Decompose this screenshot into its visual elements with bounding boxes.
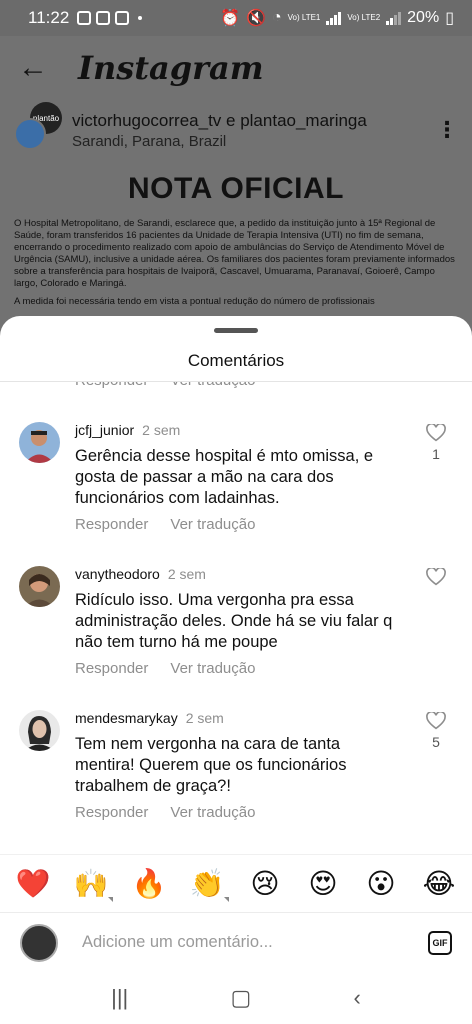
sheet-drag-handle[interactable] (214, 328, 258, 333)
comment-username[interactable]: vanytheodoro (75, 566, 160, 582)
post-header[interactable]: plantão victorhugocorrea_tv e plantao_ma… (0, 100, 472, 160)
post-paragraph-1: O Hospital Metropolitano, de Sarandi, es… (14, 218, 455, 289)
comment-item: mendesmarykay 2 sem Tem nem vergonha na c… (0, 710, 472, 850)
like-button[interactable]: 5 (424, 712, 448, 750)
emoji-reaction-bar: ❤️ 🙌 🔥 👏 😢 😍 😮 😂 (0, 854, 472, 912)
author-avatar-2[interactable] (14, 118, 46, 150)
system-nav-bar: ||| ▢ ‹ (0, 972, 472, 1024)
translate-button[interactable]: Ver tradução (170, 382, 255, 389)
emoji-heart-eyes-button[interactable]: 😍 (305, 867, 341, 900)
heart-outline-icon[interactable] (426, 712, 446, 730)
status-time: 11:22 (28, 8, 70, 27)
post-authors[interactable]: victorhugocorrea_tv e plantao_maringa (72, 111, 367, 131)
comments-sheet: Comentários Responder Ver tradução jcfj_… (0, 316, 472, 1024)
post-location[interactable]: Sarandi, Parana, Brazil (72, 133, 367, 150)
lte1-label: Vo) LTE1 (287, 13, 321, 22)
like-count: 5 (432, 734, 440, 750)
more-notifications-icon (138, 16, 143, 20)
comment-item: jcfj_junior 2 sem Gerência desse hospital… (0, 422, 472, 562)
previous-comment-actions: Responder Ver tradução (75, 382, 255, 389)
comment-username[interactable]: mendesmarykay (75, 710, 178, 726)
comment-username[interactable]: jcfj_junior (75, 422, 134, 438)
like-count: 1 (432, 446, 440, 462)
emoji-clapping-button[interactable]: 👏 (189, 867, 229, 902)
current-user-avatar (20, 923, 58, 962)
comment-time: 2 sem (142, 422, 181, 438)
post-paragraph-2: A medida foi necessária tendo em vista a… (14, 296, 375, 307)
sheet-title: Comentários (187, 351, 285, 370)
comment-time: 2 sem (185, 710, 224, 726)
like-button[interactable] (424, 568, 448, 590)
recent-apps-icon[interactable]: ||| (111, 985, 128, 1011)
like-button[interactable]: 1 (424, 424, 448, 462)
avatar[interactable] (19, 422, 60, 463)
signal-1-icon (326, 11, 342, 25)
comment-input[interactable]: Adicione um comentário... (82, 933, 428, 952)
emoji-heart-button[interactable]: ❤️ (15, 867, 51, 900)
comment-text: Gerência desse hospital é mto omissa, e … (75, 447, 374, 507)
battery-label: 20% (407, 9, 440, 26)
author-avatars[interactable]: plantão (14, 102, 66, 152)
instagram-notification-icon (115, 11, 130, 25)
arrow-left-icon[interactable]: ← (18, 51, 58, 85)
notification-icon (77, 11, 92, 25)
heart-outline-icon[interactable] (426, 568, 446, 586)
avatar[interactable] (19, 710, 60, 751)
wifi-icon: ◔ (271, 9, 282, 26)
translate-button[interactable]: Ver tradução (170, 804, 255, 821)
home-icon[interactable]: ▢ (231, 985, 252, 1011)
emoji-raised-hands-button[interactable]: 🙌 (73, 867, 113, 902)
signal-2-icon (386, 11, 402, 25)
mute-icon: 🔇 (246, 10, 266, 27)
translate-button[interactable]: Ver tradução (170, 660, 255, 677)
reply-button[interactable]: Responder (75, 804, 148, 821)
back-nav-icon[interactable]: ‹ (354, 985, 361, 1011)
reply-button[interactable]: Responder (75, 516, 148, 533)
b-app-icon (96, 11, 111, 25)
more-options-icon[interactable]: ⋮ (436, 117, 458, 143)
emoji-crying-button[interactable]: 😢 (247, 867, 283, 900)
reply-button[interactable]: Responder (75, 382, 148, 389)
lte2-label: Vo) LTE2 (347, 13, 381, 22)
reply-button[interactable]: Responder (75, 660, 148, 677)
emoji-laughing-button[interactable]: 😂 (421, 867, 457, 900)
avatar[interactable] (19, 566, 60, 607)
comment-item: vanytheodoro 2 sem Ridículo isso. Uma ver… (0, 566, 472, 706)
status-bar: 11:22 ⏰ 🔇 ◔ Vo) LTE1 Vo) LTE2 20% ▯ (0, 0, 472, 36)
battery-icon: ▯ (445, 10, 454, 27)
emoji-surprised-button[interactable]: 😮 (363, 867, 399, 900)
post-headline: NOTA OFICIAL (128, 172, 344, 205)
comment-text: Ridículo isso. Uma vergonha pra essa adm… (75, 591, 393, 651)
app-title: Instagram (78, 49, 264, 87)
alarm-icon: ⏰ (220, 10, 241, 27)
emoji-fire-button[interactable]: 🔥 (131, 867, 167, 900)
translate-button[interactable]: Ver tradução (170, 516, 255, 533)
comment-time: 2 sem (167, 566, 206, 582)
comment-input-row: Adicione um comentário... GIF (0, 912, 472, 972)
post-background: ← Instagram plantão victorhugocorrea_tv … (0, 36, 472, 336)
gif-button[interactable]: GIF (428, 930, 452, 955)
comment-list[interactable]: Responder Ver tradução jcfj_junior 2 sem … (0, 382, 472, 852)
comment-text: Tem nem vergonha na cara de tanta mentir… (75, 735, 347, 795)
heart-outline-icon[interactable] (426, 424, 446, 442)
